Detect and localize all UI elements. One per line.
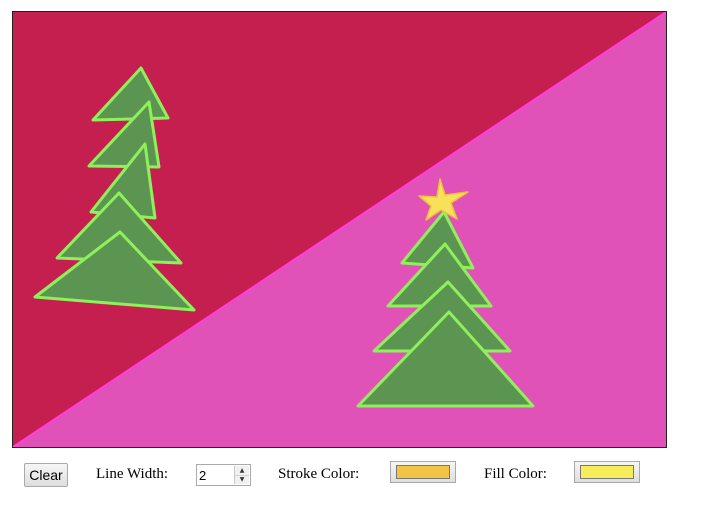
line-width-input[interactable] xyxy=(199,466,233,484)
spin-down-icon[interactable]: ▼ xyxy=(235,475,249,484)
canvas-drawing xyxy=(13,12,666,447)
toolbar: Clear Line Width: ▲ ▼ Stroke Color: Fill… xyxy=(24,461,684,489)
fill-color-picker[interactable] xyxy=(574,461,640,483)
fill-color-label: Fill Color: xyxy=(484,466,547,482)
line-width-label: Line Width: xyxy=(96,466,169,482)
drawing-canvas[interactable] xyxy=(12,11,667,448)
stroke-color-label: Stroke Color: xyxy=(278,466,360,482)
fill-color-swatch xyxy=(580,465,634,479)
stroke-color-picker[interactable] xyxy=(390,461,456,483)
line-width-spinner[interactable]: ▲ ▼ xyxy=(234,466,249,484)
stroke-color-swatch xyxy=(396,465,450,479)
clear-button[interactable]: Clear xyxy=(24,463,68,487)
line-width-stepper[interactable]: ▲ ▼ xyxy=(196,464,251,486)
